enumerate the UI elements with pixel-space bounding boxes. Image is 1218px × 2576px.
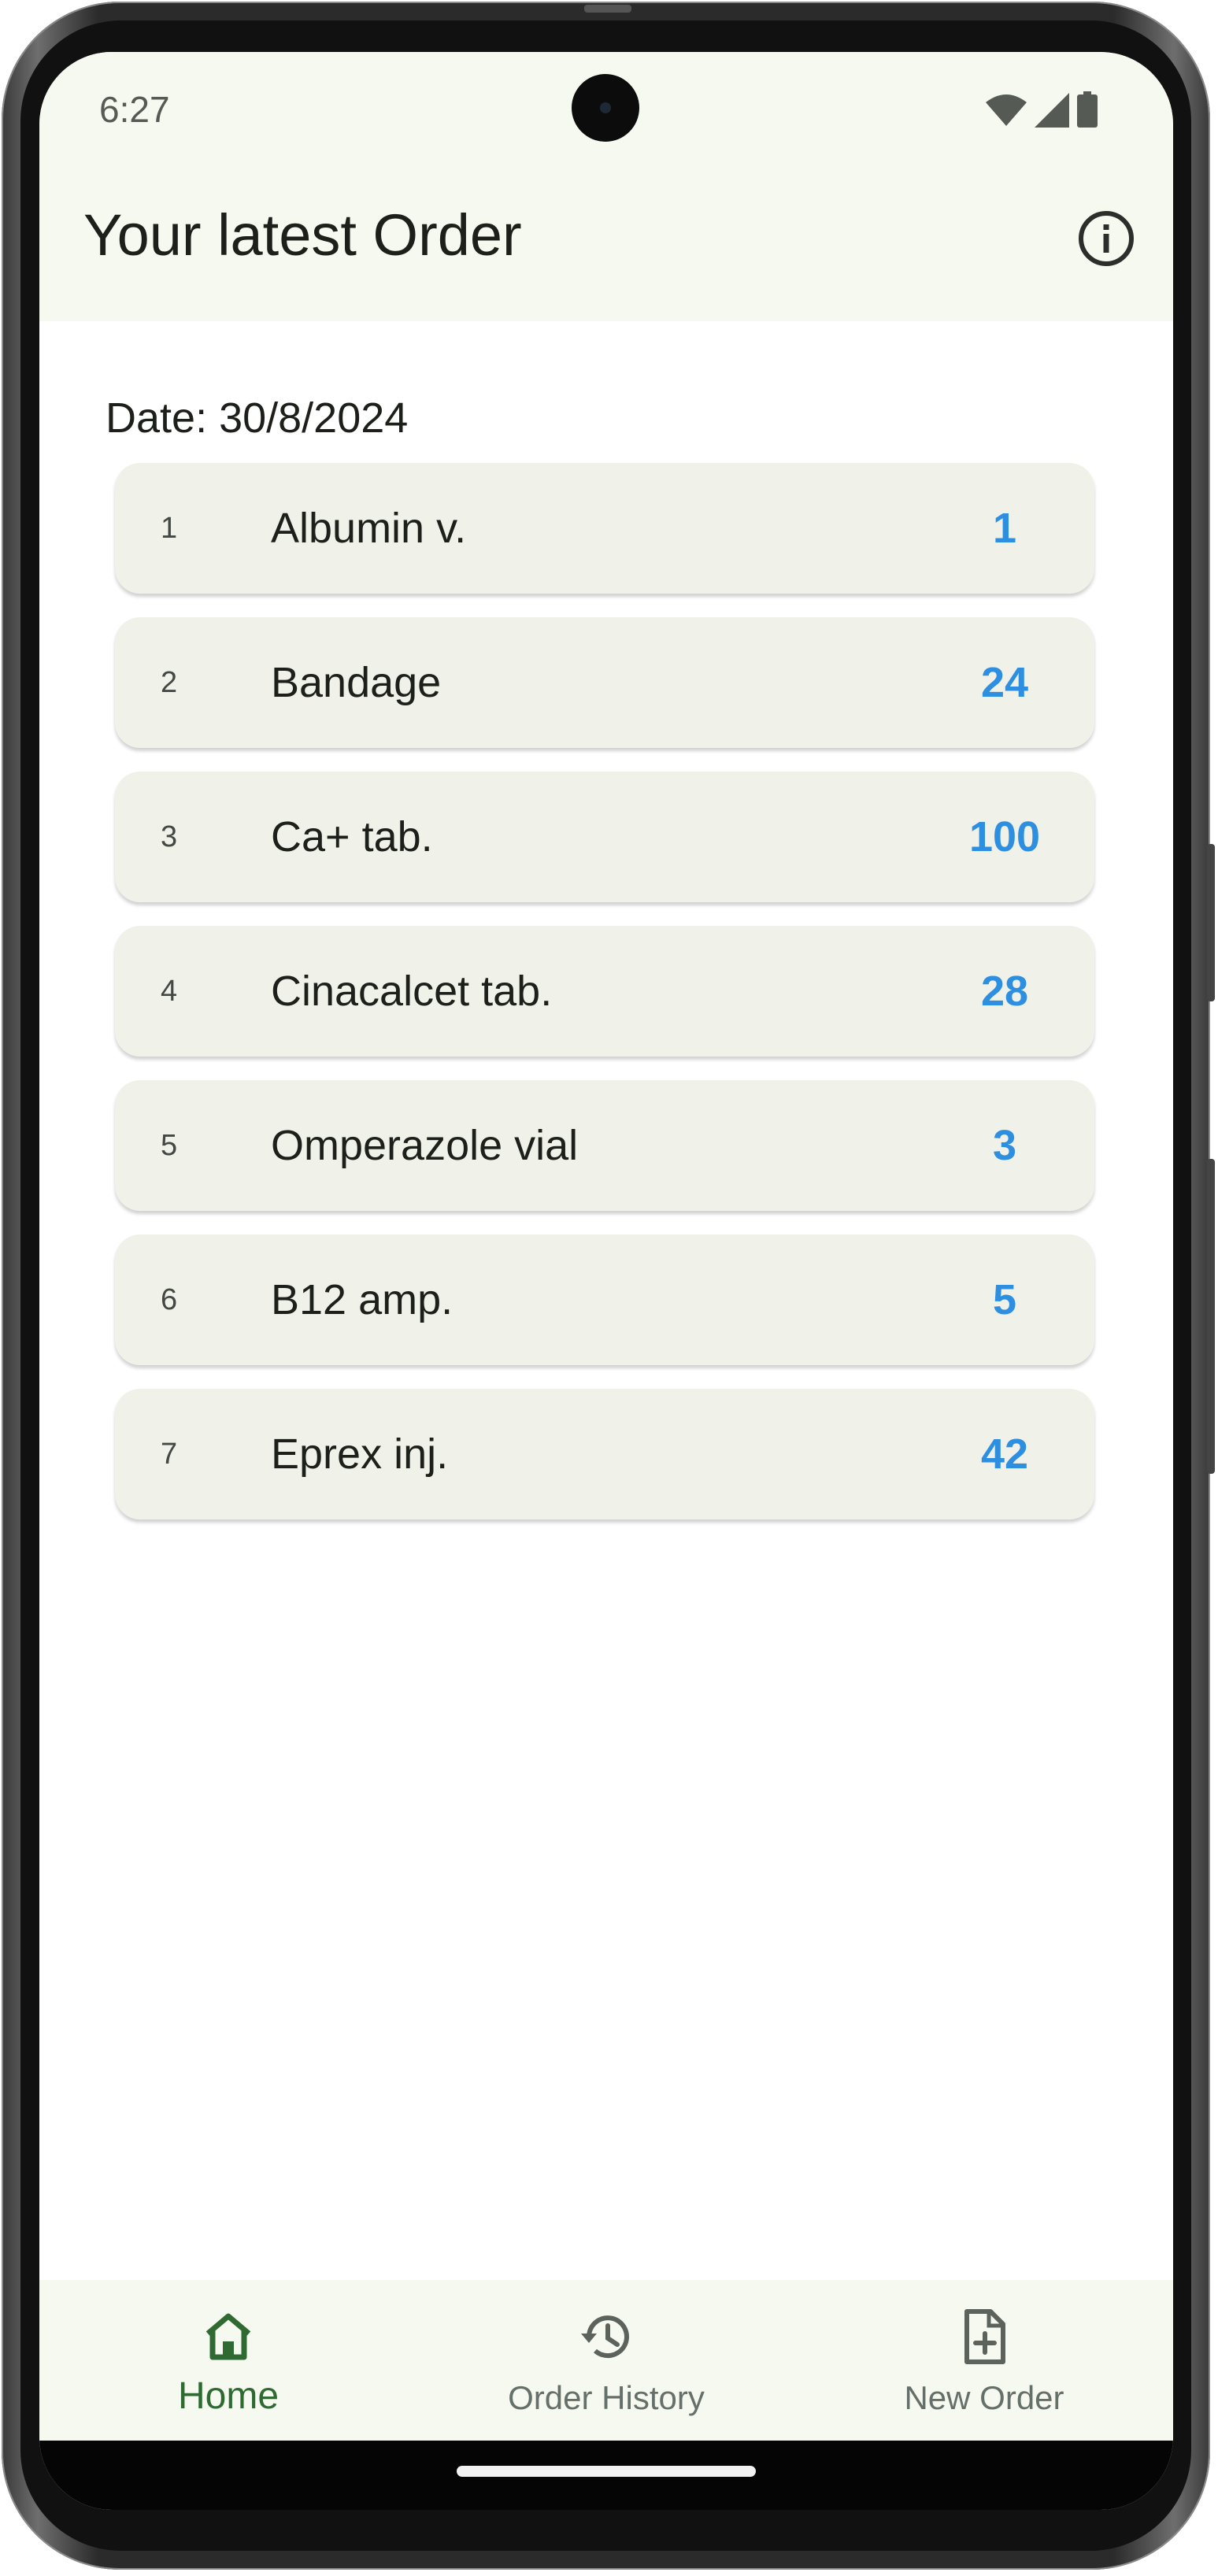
phone-speaker bbox=[584, 5, 631, 13]
item-name: Bandage bbox=[271, 659, 442, 706]
nav-order-history-label: Order History bbox=[508, 2379, 705, 2416]
nav-home-label: Home bbox=[177, 2375, 280, 2417]
battery-icon bbox=[1077, 91, 1098, 128]
order-item[interactable]: 1 Albumin v. 1 bbox=[115, 463, 1094, 594]
nav-new-order[interactable]: New Order bbox=[795, 2280, 1173, 2441]
order-item[interactable]: 6 B12 amp. 5 bbox=[115, 1234, 1094, 1365]
power-button bbox=[1207, 1159, 1215, 1474]
item-index: 4 bbox=[161, 975, 178, 1008]
home-icon bbox=[205, 2313, 251, 2360]
wifi-icon bbox=[986, 94, 1027, 126]
system-gesture-area bbox=[39, 2441, 1173, 2510]
new-document-icon bbox=[964, 2309, 1005, 2364]
item-index: 6 bbox=[161, 1283, 178, 1316]
item-index: 5 bbox=[161, 1129, 178, 1162]
order-items-list: 1 Albumin v. 1 2 Bandage 24 3 Ca+ tab. 1… bbox=[115, 463, 1094, 1543]
item-quantity: 100 bbox=[968, 813, 1041, 861]
page-title: Your latest Order bbox=[83, 202, 522, 268]
nav-new-order-label: New Order bbox=[904, 2379, 1064, 2416]
order-item[interactable]: 7 Eprex inj. 42 bbox=[115, 1389, 1094, 1519]
order-date: Date: 30/8/2024 bbox=[106, 394, 409, 442]
nav-order-history[interactable]: Order History bbox=[417, 2280, 795, 2441]
history-icon bbox=[581, 2315, 629, 2359]
item-name: B12 amp. bbox=[271, 1276, 454, 1323]
front-camera bbox=[572, 74, 639, 142]
item-name: Cinacalcet tab. bbox=[271, 968, 553, 1015]
item-quantity: 28 bbox=[980, 968, 1029, 1015]
order-item[interactable]: 4 Cinacalcet tab. 28 bbox=[115, 926, 1094, 1057]
item-quantity: 5 bbox=[992, 1276, 1017, 1323]
item-name: Ca+ tab. bbox=[271, 813, 433, 861]
order-item[interactable]: 5 Omperazole vial 3 bbox=[115, 1080, 1094, 1211]
home-gesture-handle[interactable] bbox=[457, 2466, 756, 2477]
info-icon[interactable] bbox=[1074, 206, 1138, 271]
top-app-bar: 6:27 Your latest Order bbox=[39, 52, 1173, 321]
item-name: Omperazole vial bbox=[271, 1122, 579, 1169]
status-icons bbox=[986, 88, 1098, 128]
bottom-navigation: Home Order History New Order bbox=[39, 2280, 1173, 2441]
item-quantity: 24 bbox=[980, 659, 1029, 706]
item-index: 1 bbox=[161, 512, 178, 545]
nav-home[interactable]: Home bbox=[39, 2280, 417, 2441]
volume-button bbox=[1207, 844, 1215, 1001]
signal-icon bbox=[1035, 93, 1069, 128]
status-time: 6:27 bbox=[99, 89, 170, 130]
app-screen: 6:27 Your latest Order Date: 30/8/2024 1… bbox=[39, 52, 1173, 2510]
item-name: Eprex inj. bbox=[271, 1430, 449, 1478]
item-index: 3 bbox=[161, 820, 178, 853]
order-item[interactable]: 2 Bandage 24 bbox=[115, 617, 1094, 748]
item-quantity: 42 bbox=[980, 1430, 1029, 1478]
phone-frame: 6:27 Your latest Order Date: 30/8/2024 1… bbox=[2, 2, 1215, 2570]
item-index: 2 bbox=[161, 666, 178, 699]
order-item[interactable]: 3 Ca+ tab. 100 bbox=[115, 772, 1094, 902]
item-name: Albumin v. bbox=[271, 505, 467, 552]
item-index: 7 bbox=[161, 1438, 178, 1471]
item-quantity: 1 bbox=[992, 505, 1017, 552]
item-quantity: 3 bbox=[992, 1122, 1017, 1169]
